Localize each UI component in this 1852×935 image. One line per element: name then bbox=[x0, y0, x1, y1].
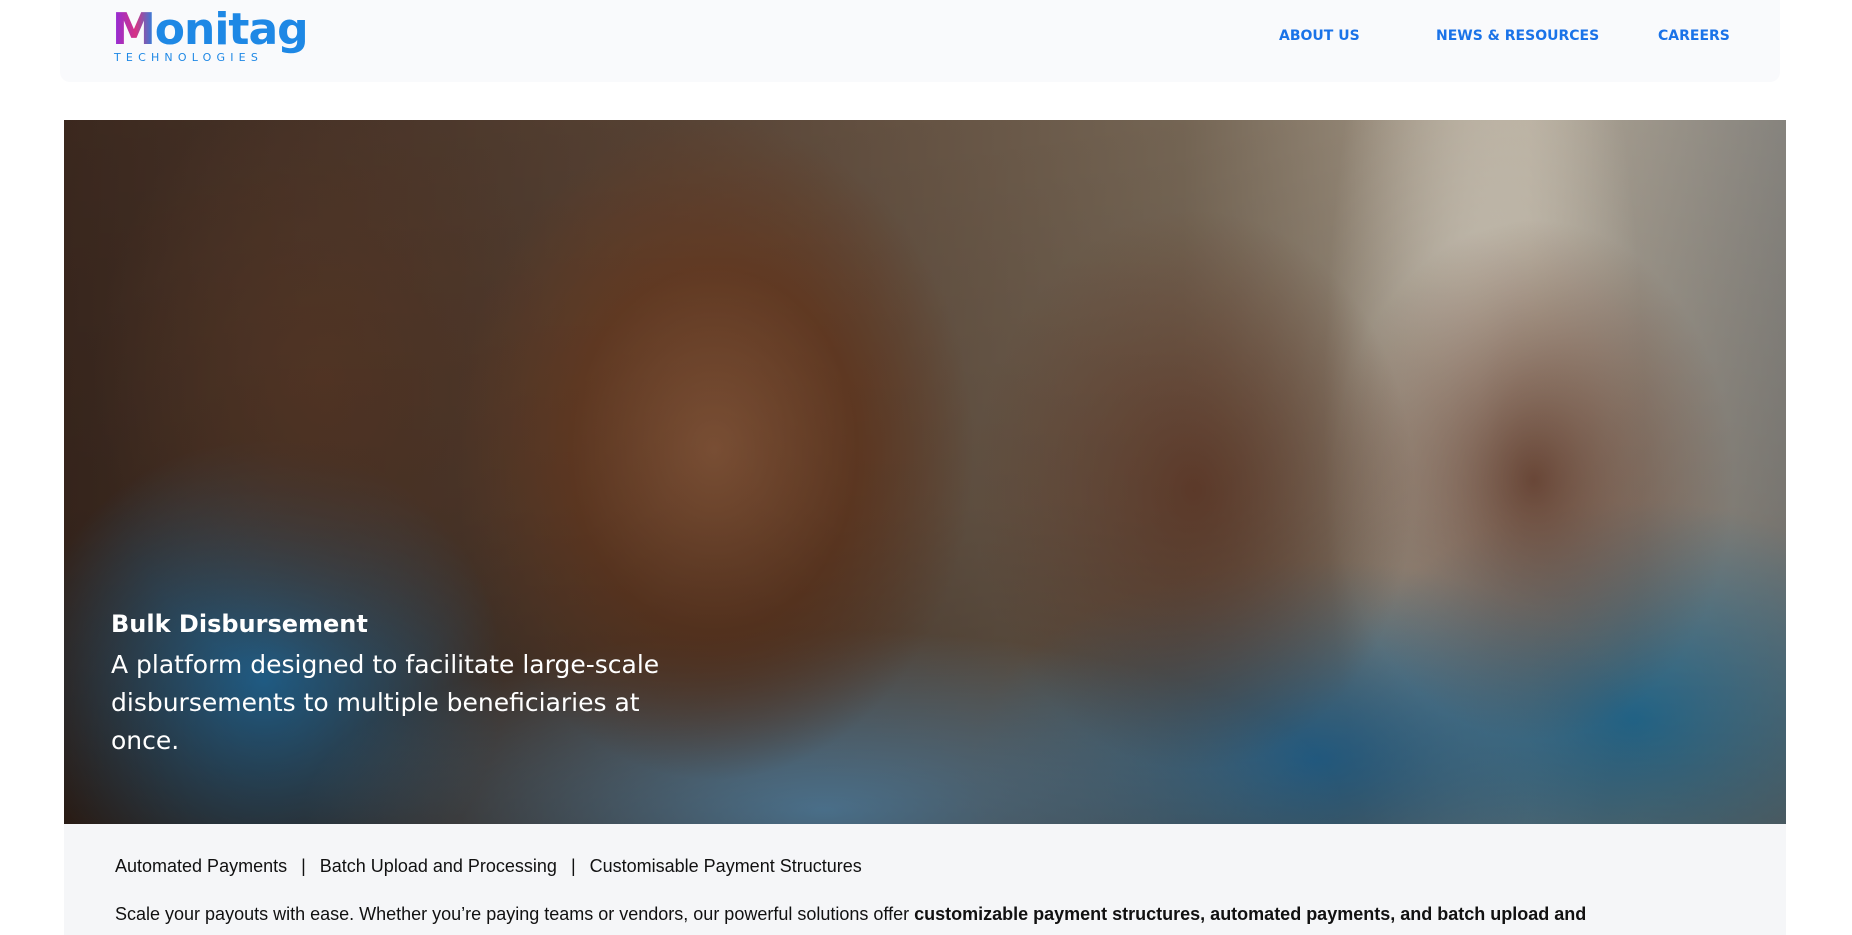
feature-batch-upload: Batch Upload and Processing bbox=[319, 856, 557, 876]
features-description: Scale your payouts with ease. Whether yo… bbox=[115, 900, 1715, 928]
monitag-logo[interactable]: Monitag TECHNOLOGIES bbox=[112, 8, 312, 70]
features-section: Automated Payments | Batch Upload and Proc… bbox=[64, 824, 1786, 935]
feature-automated-payments: Automated Payments bbox=[115, 856, 288, 876]
logo-subtitle: TECHNOLOGIES bbox=[114, 51, 264, 64]
feature-separator: | bbox=[301, 856, 306, 876]
feature-list: Automated Payments | Batch Upload and Proc… bbox=[115, 856, 862, 877]
nav-careers[interactable]: CAREERS bbox=[1658, 28, 1730, 44]
site-header: Monitag TECHNOLOGIES ABOUT US NEWS & RES… bbox=[60, 0, 1780, 82]
logo-wordmark: Monitag bbox=[112, 4, 309, 55]
nav-news-resources[interactable]: NEWS & RESOURCES bbox=[1436, 28, 1599, 44]
hero-description: A platform designed to facilitate large-… bbox=[111, 650, 660, 755]
feature-custom-payment-structures: Customisable Payment Structures bbox=[589, 856, 862, 876]
logo-wordmark-rest: onitag bbox=[154, 4, 309, 55]
description-emphasis: customizable payment structures, automat… bbox=[914, 904, 1587, 924]
feature-separator: | bbox=[570, 856, 576, 876]
hero-banner: Bulk Disbursement A platform designed to… bbox=[64, 120, 1786, 824]
nav-about-us[interactable]: ABOUT US bbox=[1279, 28, 1360, 44]
logo-m-letter: M bbox=[112, 4, 156, 55]
description-intro: Scale your payouts with ease. Whether yo… bbox=[115, 904, 915, 924]
hero-title: Bulk Disbursement bbox=[111, 610, 368, 638]
